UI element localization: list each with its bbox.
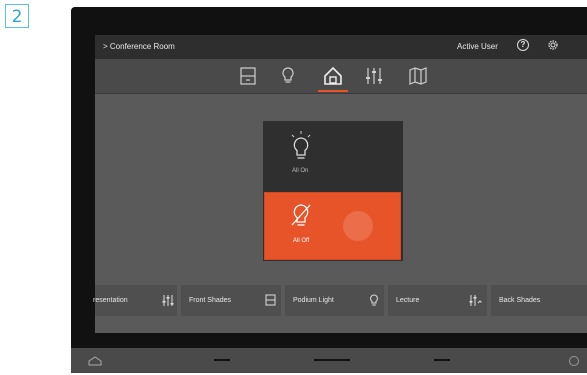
top-bar: > Conference Room Active User ?	[95, 35, 587, 59]
step-number-badge: 2	[5, 4, 29, 28]
device-bottom-bar	[71, 348, 587, 373]
lightbulb-icon	[370, 294, 378, 306]
lightbulb-icon	[291, 131, 311, 159]
hard-key-right[interactable]	[434, 359, 450, 361]
hard-key-left[interactable]	[214, 359, 230, 361]
home-icon[interactable]	[322, 65, 344, 87]
scene-label: Front Shades	[189, 297, 232, 304]
all-on-label: All On	[292, 168, 309, 174]
gear-icon[interactable]	[547, 39, 559, 51]
scene-back-shades[interactable]: Back Shades	[491, 285, 587, 316]
scene-lecture[interactable]: Lecture	[388, 285, 487, 316]
shade-icon[interactable]	[237, 65, 259, 87]
all-on-button[interactable]: All On	[263, 121, 403, 191]
scene-podium-light[interactable]: Podium Light	[285, 285, 384, 316]
sliders-icon	[469, 295, 482, 306]
scene-label: Back Shades	[499, 297, 541, 304]
lighting-menu: All On All Off	[263, 121, 403, 261]
power-icon[interactable]	[569, 356, 579, 366]
hard-key-center[interactable]	[314, 359, 350, 361]
lightbulb-icon[interactable]	[277, 65, 299, 87]
nav-bar	[95, 59, 587, 94]
scene-bar: resentation Front Shades Podium Light Le…	[93, 284, 587, 317]
scene-label: resentation	[93, 297, 128, 304]
touch-panel-device: > Conference Room Active User ? All On A…	[71, 7, 587, 373]
room-breadcrumb[interactable]: > Conference Room	[103, 42, 175, 51]
sliders-icon[interactable]	[363, 65, 385, 87]
all-off-label: All Off	[293, 238, 310, 244]
scene-presentation[interactable]: resentation	[93, 285, 177, 316]
map-icon[interactable]	[407, 65, 429, 87]
active-user-label[interactable]: Active User	[457, 42, 498, 51]
scene-label: Lecture	[396, 297, 420, 304]
all-off-button[interactable]: All Off	[264, 192, 401, 260]
panel-screen: > Conference Room Active User ? All On A…	[93, 35, 587, 333]
scene-label: Podium Light	[293, 297, 334, 304]
active-tab-indicator	[318, 90, 348, 92]
shade-icon	[265, 294, 276, 306]
scene-front-shades[interactable]: Front Shades	[181, 285, 281, 316]
sliders-icon	[162, 295, 174, 306]
lightbulb-off-icon	[291, 204, 311, 226]
home-key-icon[interactable]	[88, 356, 102, 366]
touch-ripple	[343, 211, 373, 241]
help-icon[interactable]: ?	[517, 39, 529, 51]
